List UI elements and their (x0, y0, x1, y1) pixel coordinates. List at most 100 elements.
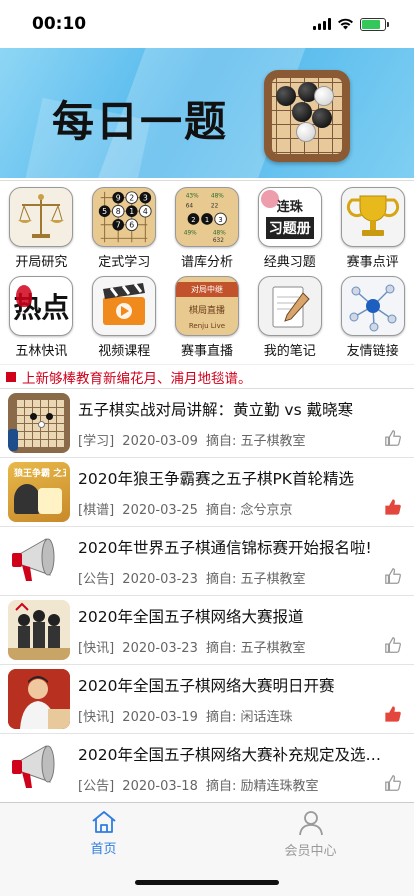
menu-joseki-study[interactable]: 9 2 3 5 8 1 4 7 6 定式学习 (83, 181, 166, 270)
news-date: 2020-03-23 (122, 640, 198, 656)
news-meta: [公告] 2020-03-23 摘自: 五子棋教室 (78, 568, 414, 587)
svg-text:5: 5 (102, 207, 107, 216)
news-meta: [快讯] 2020-03-19 摘自: 闲话连珠 (78, 706, 414, 725)
news-title: 2020年狼王争霸赛之五子棋PK首轮精选 (78, 469, 354, 488)
menu-label: 经典习题 (263, 255, 316, 270)
menu-label: 谱库分析 (180, 255, 233, 270)
home-icon (91, 811, 116, 833)
svg-text:9: 9 (116, 194, 121, 203)
news-date: 2020-03-23 (122, 571, 198, 587)
tab-label: 会员中心 (284, 844, 337, 859)
svg-text:49%: 49% (184, 230, 197, 236)
news-title: 2020年世界五子棋通信锦标赛开始报名啦! (78, 538, 372, 557)
svg-text:3: 3 (143, 194, 148, 203)
feature-grid: 开局研究 9 2 3 5 8 1 4 7 6 定式学习 43% 48% 64 2… (0, 180, 414, 362)
news-title: 2020年全国五子棋网络大赛明日开赛 (78, 676, 335, 695)
hot-news-icon: 热点 (9, 276, 74, 336)
news-meta: [快讯] 2020-03-23 摘自: 五子棋教室 (78, 637, 414, 656)
news-item[interactable]: 2020年世界五子棋通信锦标赛开始报名啦! [公告] 2020-03-23 摘自… (0, 527, 414, 596)
svg-text:1: 1 (129, 207, 134, 216)
news-date: 2020-03-25 (122, 502, 198, 518)
menu-live-events[interactable]: 对局中继 棋局直播 Renju Live 赛事直播 (166, 270, 249, 359)
status-icons (313, 17, 389, 31)
menu-my-notes[interactable]: 我的笔记 (248, 270, 331, 359)
thumbs-up-icon[interactable] (384, 567, 402, 585)
svg-text:8: 8 (116, 207, 121, 216)
menu-opening-research[interactable]: 开局研究 (0, 181, 83, 270)
video-clapper-icon (92, 276, 157, 336)
wolf-king-poster-thumbnail: 狼王争霸 之五子棋PK (8, 462, 70, 522)
svg-text:64: 64 (186, 203, 194, 209)
menu-label: 五林快讯 (15, 344, 68, 359)
menu-friendly-links[interactable]: 友情链接 (331, 270, 414, 359)
thumbs-up-icon[interactable] (384, 498, 402, 516)
svg-text:48%: 48% (213, 230, 226, 236)
scales-icon (9, 187, 74, 247)
user-icon (298, 811, 323, 836)
news-category: [学习] (78, 433, 115, 449)
news-date: 2020-03-19 (122, 709, 198, 725)
trophy-icon (340, 187, 405, 247)
banner-title: 每日一题 (52, 97, 229, 146)
news-item[interactable]: 2020年全国五子棋网络大赛报道 [快讯] 2020-03-23 摘自: 五子棋… (0, 596, 414, 665)
news-source: 摘自: 念兮京京 (206, 502, 293, 518)
battery-level (362, 19, 380, 29)
gomoku-board-icon (264, 70, 350, 162)
news-category: [快讯] (78, 640, 115, 656)
news-category: [快讯] (78, 709, 115, 725)
news-title: 2020年全国五子棋网络大赛补充规定及选手名单 (78, 745, 396, 764)
thumbs-up-icon[interactable] (384, 774, 402, 792)
daily-puzzle-banner[interactable]: 每日一题 (0, 48, 414, 178)
news-meta: [学习] 2020-03-09 摘自: 五子棋教室 (78, 430, 414, 449)
wifi-icon (338, 18, 353, 30)
menu-label: 定式学习 (98, 255, 151, 270)
svg-text:4: 4 (143, 207, 148, 216)
news-meta: [公告] 2020-03-18 摘自: 励精连珠教室 (78, 775, 414, 794)
news-list[interactable]: 五子棋实战对局讲解：黄立勤 vs 戴晓寒 [学习] 2020-03-09 摘自:… (0, 388, 414, 802)
tab-label: 首页 (90, 842, 117, 857)
thumbs-up-icon[interactable] (384, 429, 402, 447)
ticker-text: 上新够棒教育新编花月、浦月地毯谱。 (22, 370, 252, 387)
news-source: 摘自: 五子棋教室 (206, 433, 306, 449)
status-time: 00:10 (32, 14, 87, 34)
exercise-book-icon: 连珠 习题册 (257, 187, 322, 247)
svg-text:48%: 48% (211, 194, 224, 200)
news-source: 摘自: 五子棋教室 (206, 571, 306, 587)
svg-text:22: 22 (211, 203, 219, 209)
news-item[interactable]: 狼王争霸 之五子棋PK 2020年狼王争霸赛之五子棋PK首轮精选 [棋谱] 20… (0, 458, 414, 527)
announcement-icon (6, 371, 16, 382)
menu-classic-exercises[interactable]: 连珠 习题册 经典习题 (248, 181, 331, 270)
news-title: 五子棋实战对局讲解：黄立勤 vs 戴晓寒 (78, 400, 354, 419)
menu-label: 友情链接 (346, 344, 399, 359)
news-item[interactable]: 2020年全国五子棋网络大赛明日开赛 [快讯] 2020-03-19 摘自: 闲… (0, 665, 414, 734)
network-link-icon (340, 276, 405, 336)
thumbs-up-icon[interactable] (384, 636, 402, 654)
svg-text:7: 7 (116, 221, 121, 230)
menu-gomoku-news[interactable]: 热点 五林快讯 (0, 270, 83, 359)
menu-video-courses[interactable]: 视频课程 (83, 270, 166, 359)
thumbs-up-icon[interactable] (384, 705, 402, 723)
svg-text:632: 632 (213, 238, 224, 244)
news-title: 2020年全国五子棋网络大赛报道 (78, 607, 304, 626)
notebook-pen-icon (257, 276, 322, 336)
news-source: 摘自: 励精连珠教室 (206, 778, 319, 794)
svg-text:1: 1 (205, 216, 209, 224)
news-date: 2020-03-09 (122, 433, 198, 449)
menu-label: 视频课程 (98, 344, 151, 359)
menu-event-review[interactable]: 赛事点评 (331, 181, 414, 270)
home-indicator (135, 880, 279, 885)
svg-text:43%: 43% (186, 194, 199, 200)
svg-text:2: 2 (191, 216, 195, 224)
menu-label: 开局研究 (15, 255, 68, 270)
news-source: 摘自: 五子棋教室 (206, 640, 306, 656)
news-meta: [棋谱] 2020-03-25 摘自: 念兮京京 (78, 499, 414, 518)
live-broadcast-icon: 对局中继 棋局直播 Renju Live (174, 276, 239, 336)
menu-database-analysis[interactable]: 43% 48% 64 22 2 1 3 49% 48% 632 谱库分析 (166, 181, 249, 270)
news-item[interactable]: 2020年全国五子棋网络大赛补充规定及选手名单 [公告] 2020-03-18 … (0, 734, 414, 802)
news-source: 摘自: 闲话连珠 (206, 709, 293, 725)
analysis-board-icon: 43% 48% 64 22 2 1 3 49% 48% 632 (174, 187, 239, 247)
news-category: [公告] (78, 778, 115, 794)
crowd-poster-thumbnail (8, 600, 70, 660)
news-item[interactable]: 五子棋实战对局讲解：黄立勤 vs 戴晓寒 [学习] 2020-03-09 摘自:… (0, 389, 414, 458)
announcement-ticker[interactable]: 上新够棒教育新编花月、浦月地毯谱。 (0, 364, 414, 388)
